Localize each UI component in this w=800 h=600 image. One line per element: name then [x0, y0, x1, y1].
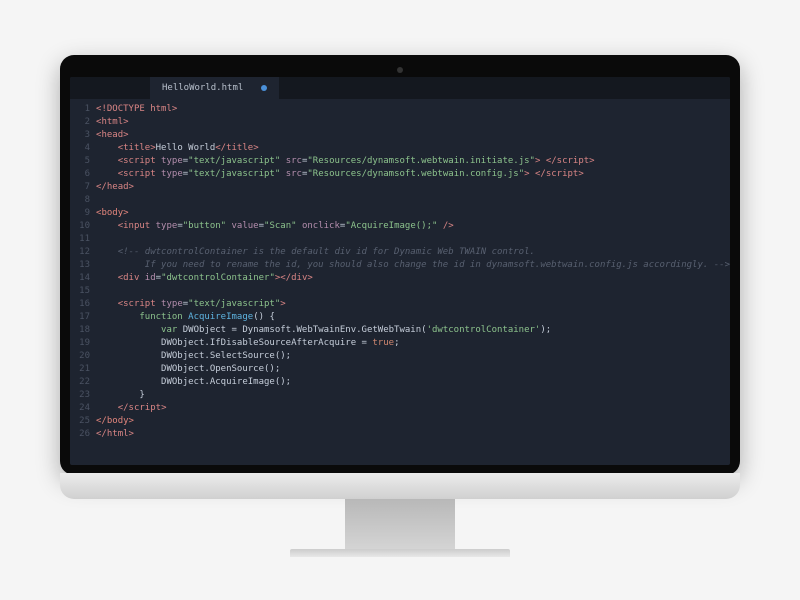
monitor-bezel: HelloWorld.html 123456789101112131415161… — [60, 55, 740, 475]
line-number: 15 — [70, 285, 90, 298]
line-number: 21 — [70, 363, 90, 376]
imac-monitor: HelloWorld.html 123456789101112131415161… — [60, 55, 740, 545]
line-number: 1 — [70, 103, 90, 116]
line-number: 26 — [70, 428, 90, 441]
monitor-stand-neck — [345, 499, 455, 549]
line-number: 10 — [70, 220, 90, 233]
monitor-stand-base — [290, 549, 510, 557]
line-number: 2 — [70, 116, 90, 129]
line-number: 5 — [70, 155, 90, 168]
line-number: 9 — [70, 207, 90, 220]
line-number: 11 — [70, 233, 90, 246]
code-content: <!DOCTYPE html> <html> <head> <title>Hel… — [96, 103, 730, 465]
line-number: 18 — [70, 324, 90, 337]
line-number: 14 — [70, 272, 90, 285]
line-number: 12 — [70, 246, 90, 259]
line-number: 20 — [70, 350, 90, 363]
line-number: 17 — [70, 311, 90, 324]
editor-screen: HelloWorld.html 123456789101112131415161… — [70, 77, 730, 465]
tab-filename: HelloWorld.html — [162, 83, 243, 93]
line-number: 22 — [70, 376, 90, 389]
line-number-gutter: 1234567891011121314151617181920212223242… — [70, 103, 96, 465]
line-number: 23 — [70, 389, 90, 402]
line-number: 24 — [70, 402, 90, 415]
line-number: 25 — [70, 415, 90, 428]
line-number: 13 — [70, 259, 90, 272]
line-number: 3 — [70, 129, 90, 142]
camera-dot — [397, 67, 403, 73]
file-tab[interactable]: HelloWorld.html — [150, 77, 279, 99]
line-number: 4 — [70, 142, 90, 155]
line-number: 19 — [70, 337, 90, 350]
code-editor[interactable]: 1234567891011121314151617181920212223242… — [70, 99, 730, 465]
line-number: 8 — [70, 194, 90, 207]
line-number: 6 — [70, 168, 90, 181]
line-number: 16 — [70, 298, 90, 311]
tab-bar: HelloWorld.html — [70, 77, 730, 99]
line-number: 7 — [70, 181, 90, 194]
modified-indicator-icon — [261, 85, 267, 91]
monitor-chin — [60, 473, 740, 499]
